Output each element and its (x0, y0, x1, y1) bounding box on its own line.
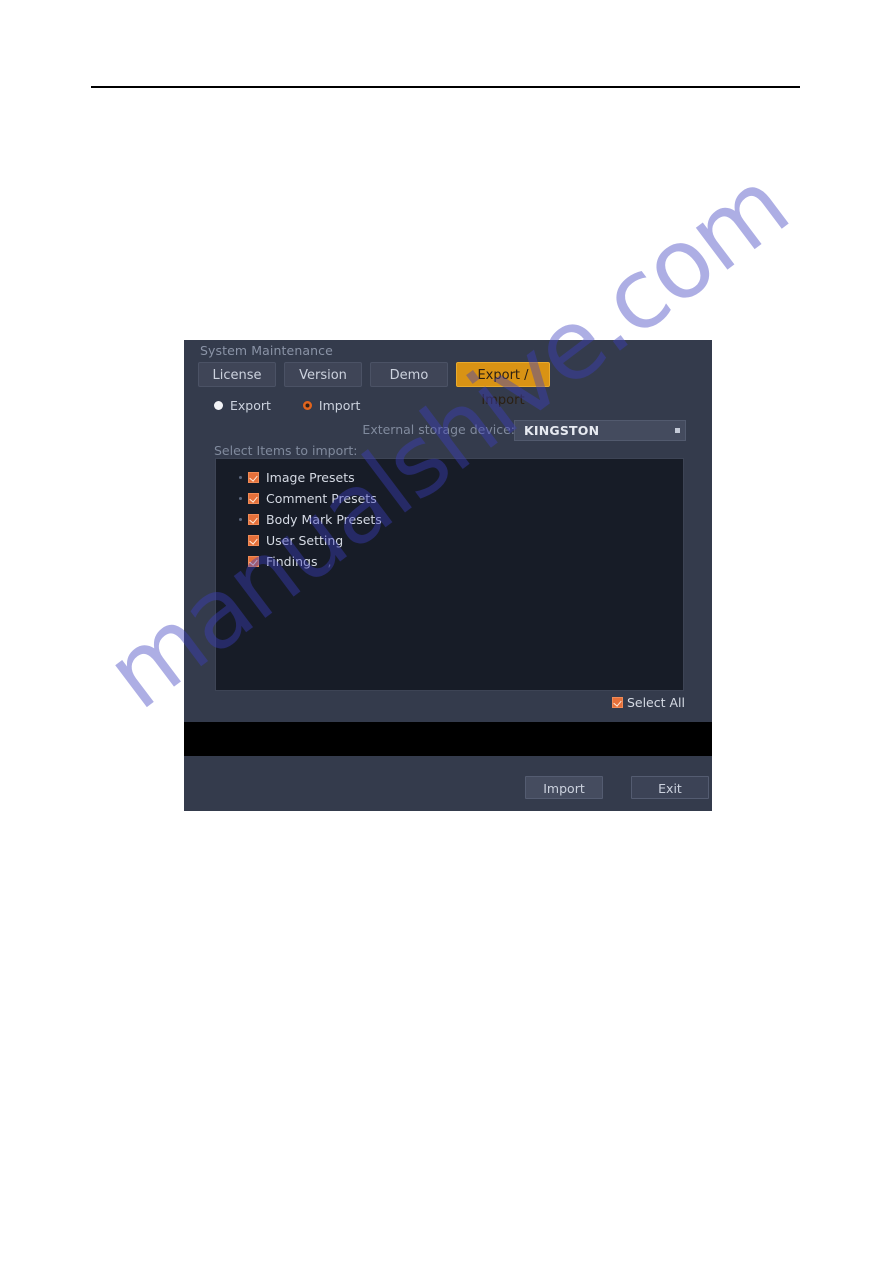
tab-export-import[interactable]: Export / Import (456, 362, 550, 408)
select-all-label: Select All (626, 695, 685, 710)
exit-button[interactable]: Exit (631, 776, 709, 799)
list-item-label: Comment Presets (266, 491, 377, 506)
import-items-list[interactable]: Image Presets Comment Presets Body Mark … (215, 458, 684, 691)
radio-export-dot (214, 401, 223, 410)
checkbox-checked-icon[interactable] (248, 493, 259, 504)
radio-import-label: Import (318, 398, 361, 413)
list-item-label: User Setting (266, 533, 344, 548)
list-item-suffix: , (327, 554, 332, 569)
storage-device-value: KINGSTON (524, 423, 600, 438)
list-item-label: Findings (266, 554, 318, 569)
list-item[interactable]: Findings , (216, 551, 683, 572)
page-header-rule (91, 86, 800, 88)
system-maintenance-dialog: System Maintenance License Version Demo … (184, 340, 712, 811)
tab-demo[interactable]: Demo (370, 362, 448, 387)
status-strip (184, 722, 712, 756)
expand-toggle-placeholder (232, 539, 248, 542)
import-button[interactable]: Import (525, 776, 603, 799)
radio-export[interactable]: Export (214, 398, 271, 413)
expand-toggle-placeholder (232, 560, 248, 563)
expand-toggle-icon[interactable] (232, 497, 248, 500)
checkbox-checked-icon[interactable] (248, 535, 259, 546)
list-item-label: Body Mark Presets (266, 512, 382, 527)
chevron-down-icon (675, 428, 680, 433)
tab-version[interactable]: Version (284, 362, 362, 387)
expand-toggle-icon[interactable] (232, 518, 248, 521)
select-items-label: Select Items to import: (214, 443, 358, 458)
list-item[interactable]: Comment Presets (216, 488, 683, 509)
radio-import-dot (302, 401, 312, 410)
tab-bar: License Version Demo Export / Import (198, 362, 550, 408)
select-all-control[interactable]: Select All (611, 695, 685, 710)
list-item[interactable]: User Setting (216, 530, 683, 551)
list-item-label: Image Presets (266, 470, 355, 485)
expand-toggle-icon[interactable] (232, 476, 248, 479)
list-item[interactable]: Body Mark Presets (216, 509, 683, 530)
checkbox-checked-icon[interactable] (611, 697, 623, 708)
radio-import[interactable]: Import (302, 398, 361, 413)
radio-export-label: Export (230, 398, 271, 413)
tab-license[interactable]: License (198, 362, 276, 387)
dialog-footer: Import Exit (184, 756, 712, 811)
list-item[interactable]: Image Presets (216, 467, 683, 488)
mode-radio-group: Export Import (214, 398, 360, 413)
storage-device-label: External storage device: (362, 422, 515, 437)
checkbox-checked-icon[interactable] (248, 556, 259, 567)
checkbox-checked-icon[interactable] (248, 472, 259, 483)
dialog-title: System Maintenance (200, 343, 333, 358)
storage-device-select[interactable]: KINGSTON (514, 420, 686, 441)
storage-device-row: External storage device: KINGSTON (184, 420, 712, 444)
checkbox-checked-icon[interactable] (248, 514, 259, 525)
